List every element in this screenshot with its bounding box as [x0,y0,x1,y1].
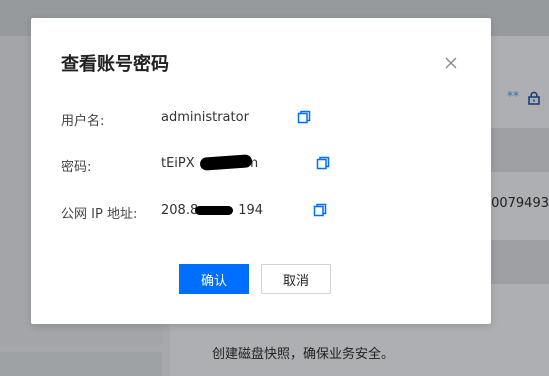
cancel-button[interactable]: 取消 [261,264,331,294]
username-label: 用户名: [61,114,105,129]
public-ip-prefix: 208.8 [161,203,199,218]
instance-id-partial: 20079493 [482,196,549,211]
redaction-mark [195,206,233,215]
public-ip-suffix: 194 [238,203,264,218]
copy-icon[interactable] [297,110,311,124]
table-header-strip [490,240,549,284]
username-value: administrator [161,110,249,125]
view-credentials-dialog: 查看账号密码 用户名: administrator 密码: tEiPXWm [31,18,491,324]
confirm-button[interactable]: 确认 [179,264,249,294]
table-header-strip [490,128,549,172]
public-ip-label: 公网 IP 地址: [61,207,138,222]
copy-icon[interactable] [313,203,327,217]
password-prefix: tEiPX [161,156,195,171]
password-label: 密码: [61,160,92,175]
masked-password-text[interactable]: ** [507,89,519,103]
copy-icon[interactable] [316,156,330,170]
close-icon[interactable] [444,55,458,69]
left-panel-footer [0,352,162,376]
dialog-title: 查看账号密码 [61,54,169,75]
lock-icon[interactable] [527,90,541,105]
snapshot-hint-text: 创建磁盘快照，确保业务安全。 [212,347,395,362]
